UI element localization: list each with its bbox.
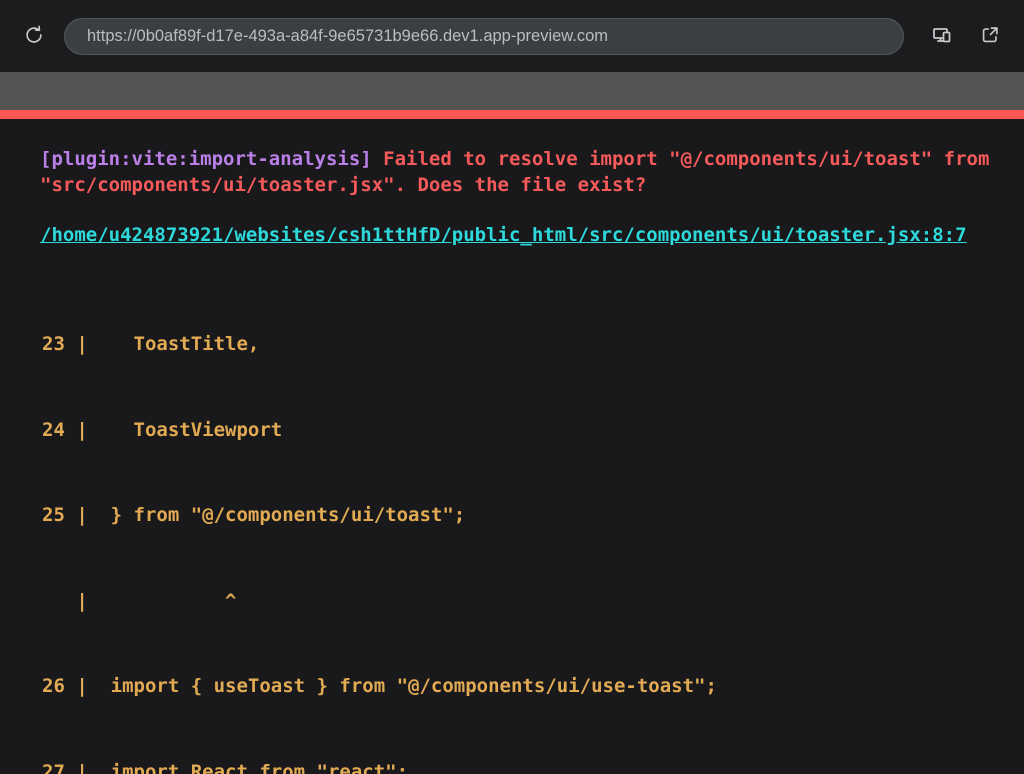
vite-error-overlay[interactable]: [plugin:vite:import-analysis] Failed to …	[0, 119, 1024, 774]
open-external-icon	[979, 24, 1001, 49]
page-top-bar	[0, 72, 1024, 110]
reload-icon	[23, 24, 45, 49]
red-accent-stripe	[0, 110, 1024, 119]
error-file-link[interactable]: /home/u424873921/websites/csh1ttHfD/publ…	[40, 224, 967, 246]
code-frame-line: 24 | ToastViewport	[42, 416, 1024, 445]
code-frame-line: 23 | ToastTitle,	[42, 330, 1024, 359]
code-frame-line: 27 | import React from "react";	[42, 758, 1024, 774]
device-toggle-button[interactable]	[924, 18, 960, 54]
devices-icon	[930, 23, 954, 50]
open-external-button[interactable]	[972, 18, 1008, 54]
reload-button[interactable]	[16, 18, 52, 54]
code-frame: 23 | ToastTitle, 24 | ToastViewport 25 |…	[42, 273, 1024, 774]
code-frame-line: 26 | import { useToast } from "@/compone…	[42, 672, 1024, 701]
plugin-tag: [plugin:vite:import-analysis]	[40, 148, 372, 170]
code-frame-line: 25 | } from "@/components/ui/toast";	[42, 501, 1024, 530]
browser-chrome	[0, 0, 1024, 72]
error-message: [plugin:vite:import-analysis] Failed to …	[40, 146, 1014, 198]
url-bar[interactable]	[64, 18, 904, 55]
code-frame-caret-line: | ^	[42, 587, 1024, 616]
url-input[interactable]	[85, 26, 883, 47]
